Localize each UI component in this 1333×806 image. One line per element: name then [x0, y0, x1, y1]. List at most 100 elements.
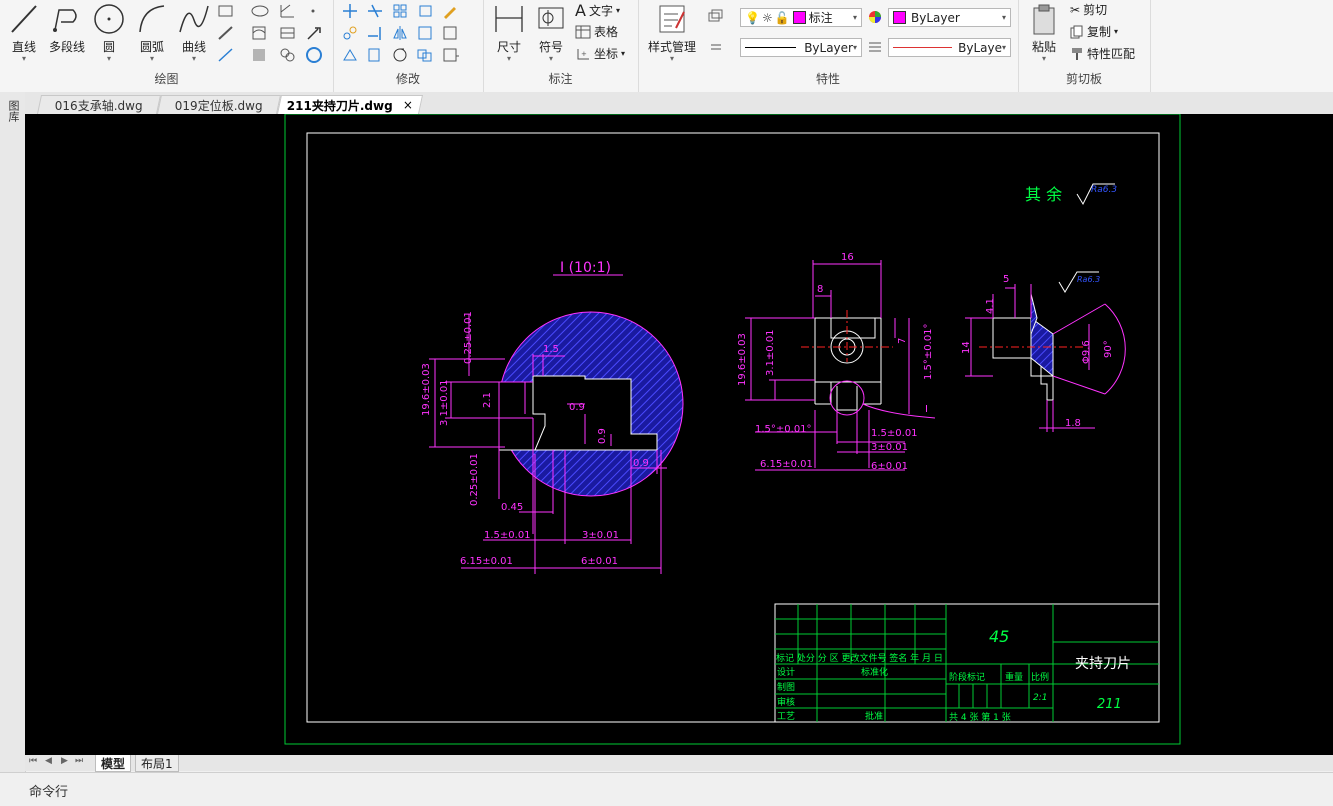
tab-016[interactable]: 016支承轴.dwg [36, 95, 162, 114]
scissors-icon: ✂ [1070, 2, 1081, 17]
dimension-icon [495, 6, 523, 32]
bulb-icon: 💡 [745, 10, 760, 25]
break-icon[interactable] [366, 46, 386, 64]
polyline-button[interactable]: 多段线 [46, 2, 88, 55]
dim-0-9-c: 0.9 [633, 458, 649, 469]
pen-icon[interactable] [441, 2, 461, 20]
match-properties-button[interactable]: 特性匹配 [1070, 45, 1135, 62]
dim-2-1: 2.1 [482, 392, 493, 408]
explode-icon[interactable] [441, 46, 461, 64]
cut-button[interactable]: ✂ 剪切 [1070, 1, 1107, 18]
dim-19-6: 19.6±0.03 [421, 363, 432, 416]
paste-button[interactable]: 粘贴 ▾ [1026, 2, 1062, 63]
dim-1-5-deg: 1.5°±0.01° [923, 323, 934, 380]
curve-button[interactable]: 曲线 ▾ [176, 2, 212, 63]
line-icon [11, 5, 37, 33]
ray-icon[interactable] [216, 46, 236, 64]
construction-line-icon[interactable] [216, 24, 236, 42]
angle-icon[interactable] [278, 2, 298, 20]
donut-icon[interactable] [305, 46, 325, 64]
line-button[interactable]: 直线 ▾ [6, 2, 42, 63]
linetype-scale-icon[interactable] [866, 38, 886, 56]
stretch-icon[interactable] [341, 46, 361, 64]
circle-button[interactable]: 圆 ▾ [92, 2, 126, 63]
dim-0-9-b: 0.9 [597, 428, 608, 444]
dim-1-5-tol: 1.5±0.01 [484, 530, 531, 541]
layer-color-swatch [792, 11, 806, 24]
drawing-canvas[interactable]: 其 余 Ra6.3 I (10:1) 19.6±0.03 3.1±0.01 0.… [25, 114, 1333, 755]
detail-view: 19.6±0.03 3.1±0.01 0.25±0.01 1.5 2.1 0.9… [421, 311, 684, 574]
copy-object-icon[interactable] [416, 2, 436, 20]
pick-icon[interactable] [305, 24, 325, 42]
mirror-icon[interactable] [391, 24, 411, 42]
dim-90-deg: 90° [1103, 340, 1114, 358]
library-button[interactable]: 图库 [3, 100, 21, 122]
dim-8: 8 [817, 284, 823, 295]
dim-3-front: 3±0.01 [871, 442, 908, 453]
rotate-icon[interactable] [391, 46, 411, 64]
table-button[interactable]: 表格 [575, 23, 618, 40]
part-name: 夹持刀片 [1075, 656, 1131, 672]
standardize-label: 标准化 [861, 666, 888, 678]
next-layout-icon[interactable]: ▶ [61, 756, 68, 766]
title-block: 45 夹持刀片 211 标记 处分 分 区 更改文件号 签名 年 月 日 设计 … [774, 603, 1160, 723]
title-header-row: 标记 处分 分 区 更改文件号 签名 年 月 日 [776, 652, 943, 664]
close-icon[interactable]: × [403, 98, 413, 112]
boundary-icon[interactable] [250, 46, 270, 64]
text-button[interactable]: A 文字 ▾ [575, 1, 620, 20]
dim-1-5: 1.5 [543, 344, 559, 355]
dim-0-25-bottom: 0.25±0.01 [469, 453, 480, 506]
color-combo[interactable]: ByLayer ▾ [888, 8, 1011, 27]
extend-icon[interactable] [366, 24, 386, 42]
modify-group: 修改 [333, 0, 484, 92]
chevron-down-icon: ▾ [506, 54, 511, 63]
chamfer-icon[interactable] [441, 24, 461, 42]
layer-combo[interactable]: 💡 ☼ 🔓 标注 ▾ [740, 8, 862, 27]
fillet-icon[interactable] [416, 24, 436, 42]
color-wheel-icon[interactable] [866, 8, 886, 26]
dimension-button[interactable]: 尺寸 ▾ [491, 2, 527, 63]
move-icon[interactable] [341, 2, 361, 20]
tab-019[interactable]: 019定位板.dwg [156, 95, 282, 114]
ellipse-icon[interactable] [250, 2, 270, 20]
linetype-combo[interactable]: ByLayer ▾ [740, 38, 862, 57]
left-toolbar: 图库 [0, 92, 26, 772]
style-manager-icon [659, 5, 685, 33]
hatch-icon[interactable] [250, 24, 270, 42]
document-tab-bar: 016支承轴.dwg 019定位板.dwg 211夹持刀片.dwg × [25, 92, 1333, 114]
dim-16: 16 [841, 252, 854, 263]
tab-211[interactable]: 211夹持刀片.dwg × [276, 95, 424, 114]
linetype-preview [745, 47, 797, 48]
dim-phi-9-6: Φ9.6 [1081, 340, 1092, 364]
coord-button[interactable]: + 坐标 ▾ [575, 45, 625, 62]
prev-layout-icon[interactable]: ◀ [45, 756, 52, 766]
tab-layout1[interactable]: 布局1 [135, 755, 179, 772]
last-layout-icon[interactable]: ⏭ [75, 756, 83, 766]
tab-model[interactable]: 模型 [95, 755, 132, 772]
arc-button[interactable]: 圆弧 ▾ [134, 2, 170, 63]
drawing-number: 211 [1097, 697, 1122, 712]
layer-tools-icon[interactable] [706, 8, 726, 26]
point-icon[interactable] [305, 2, 325, 20]
lineweight-combo[interactable]: ByLaye ▾ [888, 38, 1011, 57]
offset-icon[interactable] [416, 46, 436, 64]
copy-button[interactable]: 复制 ▾ [1070, 23, 1118, 40]
command-line[interactable]: 命令行 [0, 772, 1333, 806]
scale-icon[interactable] [341, 24, 361, 42]
annotation-group: 尺寸 ▾ 符号 ▾ A 文字 ▾ 表格 + 坐标 ▾ 标注 [483, 0, 639, 92]
ribbon: 直线 ▾ 多段线 圆 ▾ 圆弧 ▾ 曲线 ▾ 绘图 修改 尺寸 ▾ 符号 ▾ A… [0, 0, 1333, 93]
chevron-down-icon: ▾ [669, 54, 674, 63]
first-layout-icon[interactable]: ⏮ [29, 756, 37, 766]
chevron-down-icon: ▾ [852, 43, 857, 52]
process-label: 工艺 [777, 711, 795, 722]
region-icon[interactable] [278, 24, 298, 42]
array-icon[interactable] [391, 2, 411, 20]
trim-icon[interactable] [366, 2, 386, 20]
lineweight-icon[interactable] [708, 38, 728, 56]
dim-6: 6±0.01 [581, 556, 618, 567]
symbol-button[interactable]: 符号 ▾ [533, 2, 569, 63]
cloud-icon[interactable] [278, 46, 298, 64]
rectangle-icon[interactable] [216, 2, 236, 20]
style-manager-button[interactable]: 样式管理 ▾ [644, 2, 700, 63]
chevron-down-icon: ▾ [21, 54, 26, 63]
